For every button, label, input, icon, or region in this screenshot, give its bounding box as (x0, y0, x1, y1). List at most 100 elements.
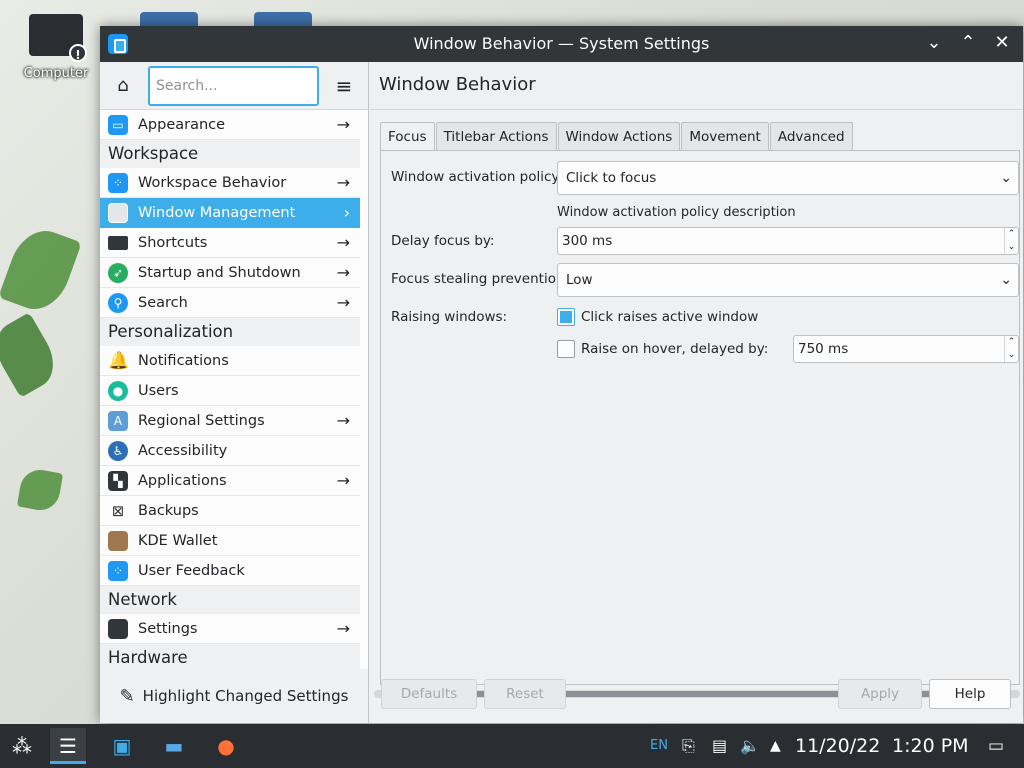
date-display[interactable]: 11/20/22 (795, 724, 880, 768)
sidebar-section-workspace: Workspace (100, 140, 360, 168)
close-button[interactable]: ✕ (991, 32, 1013, 54)
folder-icon: ▬ (164, 734, 184, 758)
sidebar-item-kde-wallet[interactable]: KDE Wallet (100, 526, 360, 556)
appearance-icon: ▭ (108, 114, 128, 135)
workspace-icon: ⁘ (108, 172, 128, 193)
arrow-right-icon: → (336, 263, 350, 282)
sidebar-section-network: Network (100, 586, 360, 614)
computer-icon: ! (29, 14, 87, 62)
sidebar-item-startup-shutdown[interactable]: ➶ Startup and Shutdown → (100, 258, 360, 288)
desktop-icon-computer[interactable]: ! Computer (20, 14, 92, 81)
sidebar-nav: ▭ Appearance → Workspace ⁘ Workspace Beh… (100, 110, 368, 672)
click-raises-label: Click raises active window (581, 309, 759, 325)
tab-focus[interactable]: Focus (380, 122, 435, 151)
application-launcher[interactable]: ⁂ (4, 728, 40, 764)
arrow-right-icon: → (336, 293, 350, 312)
sidebar-item-network-settings[interactable]: Settings → (100, 614, 360, 644)
show-desktop-icon[interactable]: ▭ (988, 724, 1004, 768)
arrow-right-icon: → (336, 115, 350, 134)
desktop-leaf (0, 222, 82, 318)
search-input[interactable] (148, 65, 319, 106)
tab-bar: Focus Titlebar Actions Window Actions Mo… (380, 122, 854, 151)
search-icon: ⚲ (108, 292, 128, 313)
system-settings-window: Window Behavior — System Settings ⌄ ⌃ ✕ … (100, 26, 1023, 723)
desktop-icon-label: Computer (23, 66, 89, 81)
highlight-changed-settings-button[interactable]: ✎ Highlight Changed Settings (100, 669, 368, 723)
activation-policy-description: Window activation policy description (557, 205, 796, 220)
sidebar-section-hardware: Hardware (100, 644, 360, 672)
activation-policy-label: Window activation policy: (391, 169, 563, 185)
rocket-icon: ➶ (108, 262, 128, 283)
sidebar-item-shortcuts[interactable]: Shortcuts → (100, 228, 360, 258)
raise-on-hover-label: Raise on hover, delayed by: (581, 341, 769, 357)
spin-stepper-icon[interactable]: ⌃ ⌄ (1004, 336, 1018, 362)
focus-panel: Window activation policy: Click to focus… (380, 150, 1020, 685)
tab-window-actions[interactable]: Window Actions (557, 122, 681, 150)
window-title: Window Behavior — System Settings (413, 34, 710, 53)
hamburger-menu-button[interactable]: ≡ (329, 71, 359, 101)
raise-delay-spinbox[interactable]: 750 ms ⌃ ⌄ (793, 335, 1019, 363)
apply-button[interactable]: Apply (838, 679, 922, 709)
titlebar[interactable]: Window Behavior — System Settings ⌄ ⌃ ✕ (100, 26, 1023, 62)
sidebar-item-appearance[interactable]: ▭ Appearance → (100, 110, 360, 140)
desktop-leaf (0, 312, 65, 398)
focus-stealing-select[interactable]: Low ⌄ (557, 263, 1019, 297)
show-hidden-icons-icon[interactable]: ▲ (770, 724, 781, 768)
sidebar-item-notifications[interactable]: 🔔 Notifications (100, 346, 360, 376)
taskbar-file-manager[interactable]: ▬ (156, 728, 192, 764)
sidebar-item-label: User Feedback (138, 562, 245, 579)
sidebar-item-workspace-behavior[interactable]: ⁘ Workspace Behavior → (100, 168, 360, 198)
help-button[interactable]: Help (929, 679, 1011, 709)
click-raises-checkbox[interactable] (557, 308, 575, 326)
raise-on-hover-checkbox-row[interactable]: Raise on hover, delayed by: (557, 340, 768, 358)
sidebar-item-label: Search (138, 294, 188, 311)
taskbar-system-settings[interactable]: ☰ (50, 728, 86, 764)
clipboard-icon[interactable]: ⎘ (682, 724, 695, 768)
sidebar-item-search[interactable]: ⚲ Search → (100, 288, 360, 318)
language-icon: A (108, 410, 128, 431)
tab-advanced[interactable]: Advanced (769, 122, 853, 150)
button-bar: Defaults Reset Apply Help (370, 669, 1023, 723)
sidebar-item-backups[interactable]: ⊠ Backups (100, 496, 360, 526)
sidebar-item-user-feedback[interactable]: ⁘ User Feedback (100, 556, 360, 586)
click-raises-checkbox-row[interactable]: Click raises active window (557, 308, 758, 326)
taskbar-firefox[interactable]: ● (208, 728, 244, 764)
sidebar-item-applications[interactable]: ▚ Applications → (100, 466, 360, 496)
defaults-button[interactable]: Defaults (381, 679, 477, 709)
sidebar-item-label: Settings (138, 620, 198, 637)
sidebar-item-users[interactable]: ● Users (100, 376, 360, 406)
sidebar-item-label: Shortcuts (138, 234, 208, 251)
sidebar-item-window-management[interactable]: Window Management › (100, 198, 360, 228)
arrow-right-icon: → (336, 411, 350, 430)
spin-stepper-icon[interactable]: ⌃ ⌄ (1004, 228, 1018, 254)
home-icon: ⌂ (117, 74, 129, 96)
keyboard-icon (108, 235, 128, 250)
activation-policy-select[interactable]: Click to focus ⌄ (557, 161, 1019, 195)
sidebar-item-regional-settings[interactable]: A Regional Settings → (100, 406, 360, 436)
reset-button[interactable]: Reset (484, 679, 566, 709)
sidebar-item-label: Startup and Shutdown (138, 264, 301, 281)
raise-on-hover-checkbox[interactable] (557, 340, 575, 358)
minimize-button[interactable]: ⌄ (923, 32, 945, 54)
home-button[interactable]: ⌂ (108, 71, 138, 101)
tab-titlebar-actions[interactable]: Titlebar Actions (435, 122, 557, 150)
keyboard-layout-indicator[interactable]: EN (650, 724, 668, 768)
sidebar-item-accessibility[interactable]: ♿ Accessibility (100, 436, 360, 466)
volume-icon[interactable]: 🔈 (740, 724, 760, 768)
window-icon (108, 202, 128, 223)
notes-icon[interactable]: ▤ (712, 724, 727, 768)
focus-stealing-value: Low (566, 272, 593, 288)
maximize-button[interactable]: ⌃ (957, 32, 979, 54)
user-icon: ● (108, 380, 128, 401)
tab-movement[interactable]: Movement (681, 122, 769, 150)
arrow-right-icon: → (336, 233, 350, 252)
content-area: Window Behavior Focus Titlebar Actions W… (370, 62, 1023, 723)
page-title: Window Behavior (370, 62, 1023, 110)
taskbar-discover[interactable]: ▣ (104, 728, 140, 764)
sidebar-item-label: Users (138, 382, 179, 399)
arrow-right-icon: → (336, 173, 350, 192)
delay-focus-label: Delay focus by: (391, 233, 495, 249)
pencil-icon: ✎ (119, 685, 135, 707)
delay-focus-spinbox[interactable]: 300 ms ⌃ ⌄ (557, 227, 1019, 255)
time-display[interactable]: 1:20 PM (892, 724, 969, 768)
